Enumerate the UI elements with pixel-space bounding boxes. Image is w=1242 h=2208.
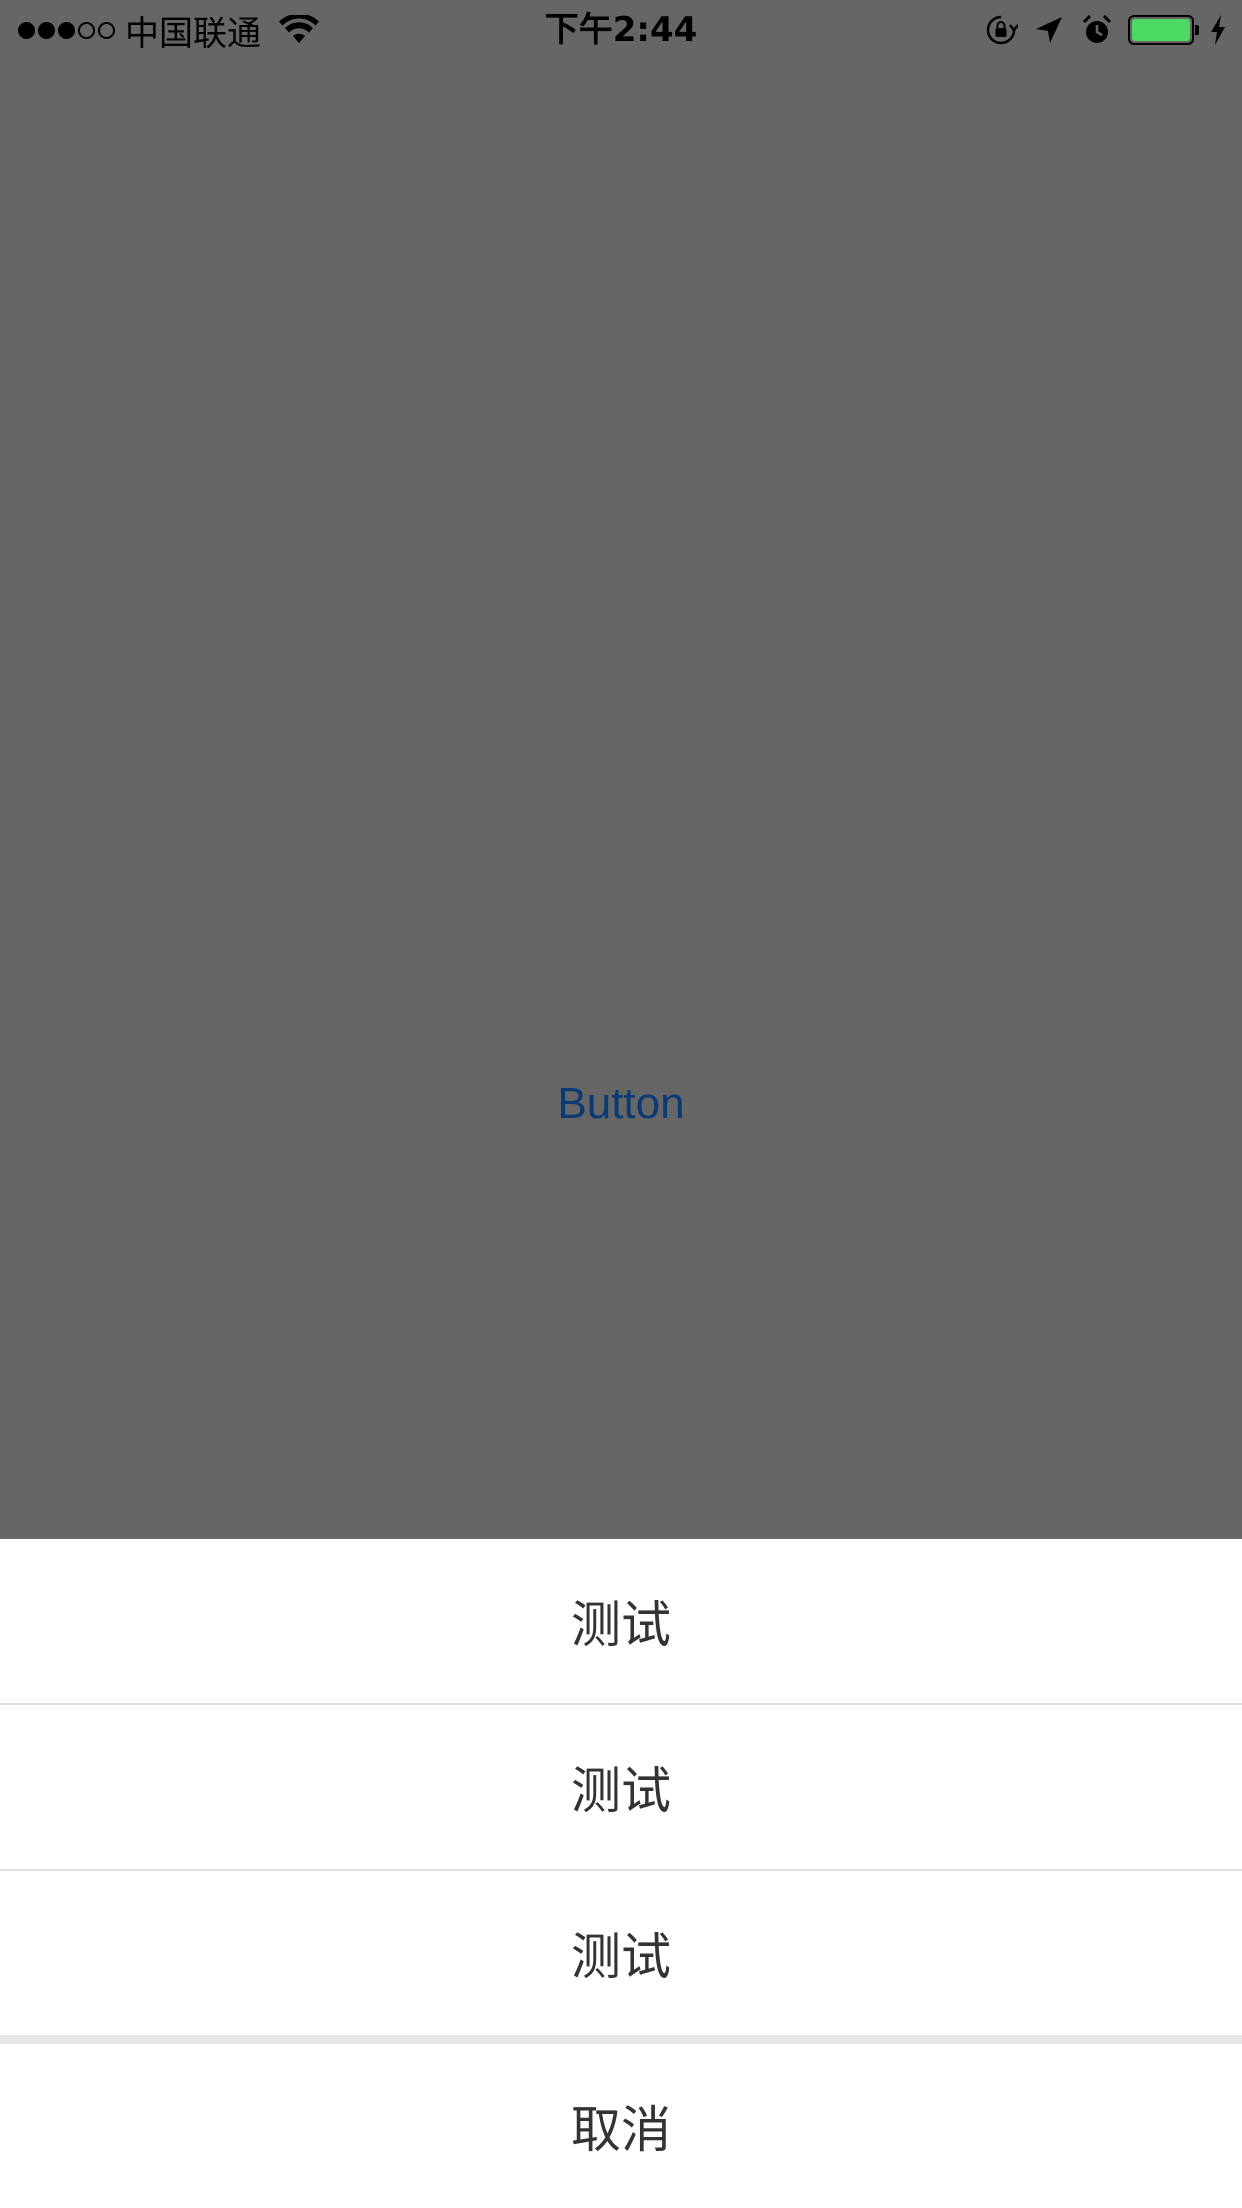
status-bar-right bbox=[984, 8, 1228, 52]
charging-bolt-icon bbox=[1211, 15, 1225, 45]
battery-cap bbox=[1195, 25, 1199, 35]
main-button[interactable]: Button bbox=[0, 1075, 1242, 1133]
screen: 中国联通 下午2:44 Button 测试 测试 测试 取消 bbox=[0, 0, 1242, 2208]
orientation-lock-icon bbox=[986, 15, 1018, 45]
battery-level bbox=[1132, 19, 1190, 41]
cancel-button[interactable]: 取消 bbox=[0, 2044, 1242, 2208]
alarm-icon bbox=[1082, 14, 1112, 43]
action-sheet-item-1[interactable]: 测试 bbox=[0, 1539, 1242, 1703]
action-sheet: 测试 测试 测试 取消 bbox=[0, 1539, 1242, 2208]
status-bar: 中国联通 下午2:44 bbox=[0, 0, 1242, 60]
location-arrow-icon bbox=[1036, 17, 1062, 43]
action-sheet-item-3[interactable]: 测试 bbox=[0, 1871, 1242, 2035]
action-sheet-item-2[interactable]: 测试 bbox=[0, 1705, 1242, 1869]
battery-icon bbox=[1128, 15, 1199, 45]
